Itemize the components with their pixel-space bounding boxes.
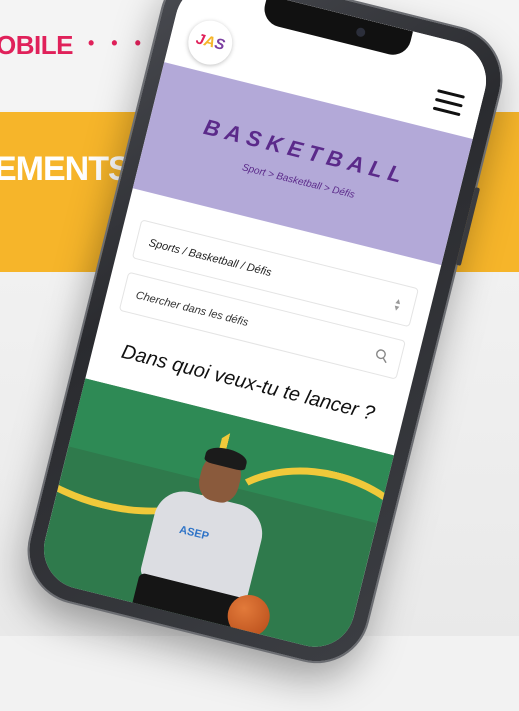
search-placeholder: Chercher dans les défis [134, 289, 250, 329]
category-select-value: Sports / Basketball / Défis [147, 236, 273, 280]
hamburger-menu-icon[interactable] [432, 89, 465, 117]
search-icon[interactable] [373, 347, 390, 364]
jas-logo[interactable]: JAS [183, 15, 237, 70]
backdrop-mobile-text: OBILE [0, 30, 73, 60]
select-arrows-icon: ▲ ▼ [391, 296, 404, 314]
